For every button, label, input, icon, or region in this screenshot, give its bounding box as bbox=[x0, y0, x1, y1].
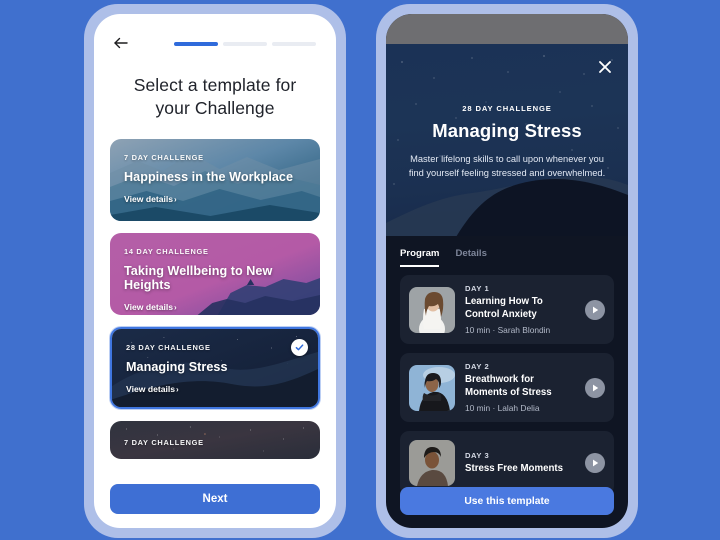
progress-segment-1 bbox=[174, 42, 218, 46]
hero-content: 28 DAY CHALLENGE Managing Stress Master … bbox=[386, 44, 628, 181]
close-icon[interactable] bbox=[598, 60, 614, 76]
template-card-list: 7 DAY CHALLENGE Happiness in the Workpla… bbox=[94, 138, 336, 459]
program-item-day-1[interactable]: DAY 1 Learning How To Control Anxiety 10… bbox=[400, 275, 614, 345]
scroll-fade bbox=[94, 468, 336, 484]
program-list: DAY 1 Learning How To Control Anxiety 10… bbox=[386, 267, 628, 496]
card-eyebrow: 7 DAY CHALLENGE bbox=[124, 437, 204, 447]
chevron-right-icon: › bbox=[174, 302, 177, 312]
card-link-label: View details bbox=[124, 301, 174, 312]
tab-details[interactable]: Details bbox=[455, 248, 486, 267]
next-button-container: Next bbox=[94, 484, 336, 514]
card-view-details-link[interactable]: View details› bbox=[124, 194, 306, 204]
left-screen: Select a template for your Challenge 7 D… bbox=[94, 14, 336, 528]
program-item-title: Stress Free Moments bbox=[465, 463, 575, 476]
program-item-info: DAY 1 Learning How To Control Anxiety 10… bbox=[465, 284, 575, 335]
program-item-meta: 10 min · Lalah Delia bbox=[465, 403, 540, 414]
back-arrow-icon[interactable] bbox=[112, 34, 130, 52]
page-title-line2: your Challenge bbox=[155, 98, 275, 119]
thumbnail-man-portrait bbox=[409, 440, 455, 487]
program-item-day-3[interactable]: DAY 3 Stress Free Moments bbox=[400, 431, 614, 496]
program-item-day: DAY 3 bbox=[465, 451, 490, 461]
program-item-title-line2: Control Anxiety bbox=[465, 308, 537, 320]
tab-bar: Program Details bbox=[386, 236, 628, 267]
card-link-label: View details bbox=[126, 383, 176, 394]
card-view-details-link[interactable]: View details› bbox=[124, 302, 306, 312]
play-icon[interactable] bbox=[585, 377, 605, 398]
chevron-right-icon: › bbox=[176, 384, 179, 394]
use-this-template-button[interactable]: Use this template bbox=[400, 487, 614, 515]
thumbnail-woman-black-turtleneck bbox=[409, 364, 455, 411]
card-link-label: View details bbox=[124, 193, 174, 204]
program-item-day-2[interactable]: DAY 2 Breathwork for Moments of Stress 1… bbox=[400, 353, 614, 423]
play-icon[interactable] bbox=[585, 453, 605, 474]
cta-container: Use this template bbox=[386, 487, 628, 515]
program-item-title-line2: Moments of Stress bbox=[465, 386, 552, 398]
next-button[interactable]: Next bbox=[110, 484, 320, 514]
page-title: Select a template for your Challenge bbox=[114, 74, 316, 121]
card-title: Taking Wellbeing to New Heights bbox=[124, 263, 273, 292]
hero-eyebrow: 28 DAY CHALLENGE bbox=[462, 104, 552, 113]
thumbnail-woman-white-top bbox=[409, 286, 455, 333]
hero-subtitle: Master lifelong skills to call upon when… bbox=[408, 154, 606, 179]
program-item-day: DAY 2 bbox=[465, 362, 490, 372]
progress-segment-3 bbox=[272, 42, 316, 46]
program-item-title: Learning How To Control Anxiety bbox=[465, 296, 575, 321]
progress-segment-2 bbox=[223, 42, 267, 46]
program-item-title-line1: Stress Free Moments bbox=[465, 463, 563, 475]
card-eyebrow: 14 DAY CHALLENGE bbox=[124, 246, 209, 256]
status-bar bbox=[386, 14, 628, 44]
progress-indicator bbox=[174, 42, 316, 46]
card-title: Happiness in the Workplace bbox=[124, 169, 294, 184]
challenge-hero: 28 DAY CHALLENGE Managing Stress Master … bbox=[386, 44, 628, 236]
card-eyebrow: 28 DAY CHALLENGE bbox=[126, 342, 211, 352]
template-card-wellbeing[interactable]: 14 DAY CHALLENGE Taking Wellbeing to New… bbox=[110, 232, 320, 315]
program-item-info: DAY 2 Breathwork for Moments of Stress 1… bbox=[465, 362, 575, 413]
template-card-partial[interactable]: 7 DAY CHALLENGE bbox=[110, 420, 320, 459]
template-card-managing-stress[interactable]: 28 DAY CHALLENGE Managing Stress View de… bbox=[110, 326, 320, 409]
program-item-title-line1: Breathwork for bbox=[465, 374, 534, 386]
program-item-day: DAY 1 bbox=[465, 284, 490, 293]
card-title: Managing Stress bbox=[126, 359, 228, 374]
template-card-happiness[interactable]: 7 DAY CHALLENGE Happiness in the Workpla… bbox=[110, 138, 320, 221]
card-eyebrow: 7 DAY CHALLENGE bbox=[124, 152, 204, 162]
page-title-line1: Select a template for bbox=[133, 75, 297, 95]
card-selected-check-icon bbox=[291, 338, 308, 356]
left-header bbox=[94, 14, 336, 66]
program-item-meta: 10 min · Sarah Blondin bbox=[465, 325, 551, 336]
right-screen: 28 DAY CHALLENGE Managing Stress Master … bbox=[386, 14, 628, 528]
tab-program[interactable]: Program bbox=[400, 248, 440, 267]
card-view-details-link[interactable]: View details› bbox=[126, 384, 304, 394]
program-item-info: DAY 3 Stress Free Moments bbox=[465, 451, 575, 476]
play-icon[interactable] bbox=[585, 299, 605, 320]
program-item-title: Breathwork for Moments of Stress bbox=[465, 374, 575, 399]
hero-title: Managing Stress bbox=[432, 120, 582, 141]
program-item-title-line1: Learning How To bbox=[465, 296, 543, 307]
left-phone-frame: Select a template for your Challenge 7 D… bbox=[84, 4, 346, 538]
chevron-right-icon: › bbox=[174, 194, 177, 204]
right-phone-frame: 28 DAY CHALLENGE Managing Stress Master … bbox=[376, 4, 638, 538]
